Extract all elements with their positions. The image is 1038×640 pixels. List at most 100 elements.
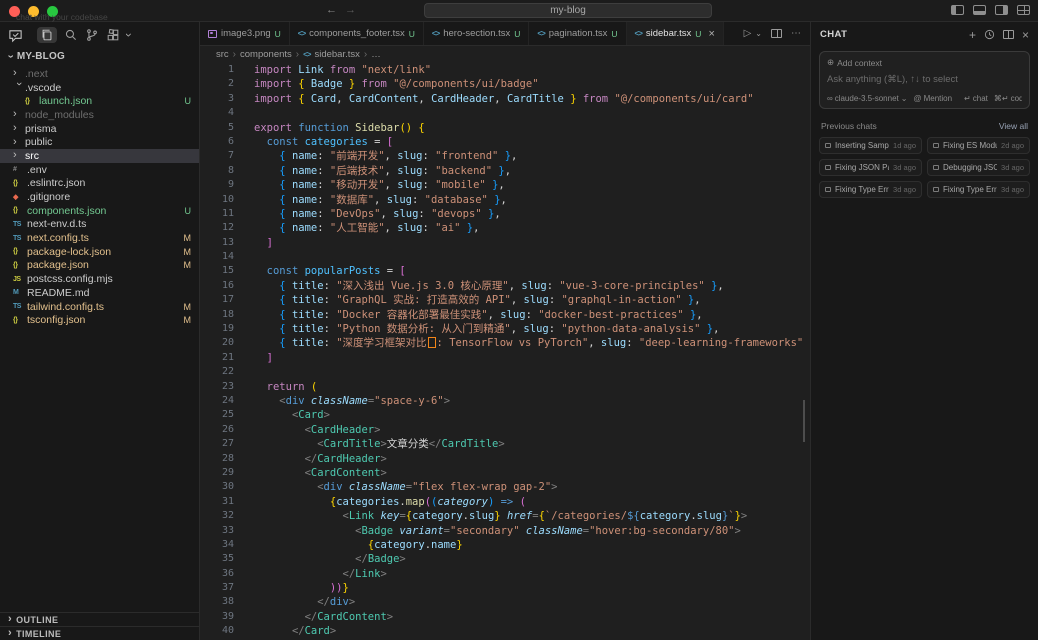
code-line-27[interactable]: <CardTitle>文章分类</CardTitle> <box>254 437 810 451</box>
breadcrumb-item[interactable]: … <box>371 49 381 60</box>
line-number[interactable]: 33 <box>200 524 234 538</box>
code-line-12[interactable]: { name: "人工智能", slug: "ai" }, <box>254 221 810 235</box>
code-line-36[interactable]: </Link> <box>254 567 810 581</box>
run-icon[interactable]: ▷ <box>744 28 752 39</box>
line-number[interactable]: 21 <box>200 351 234 365</box>
files-icon[interactable] <box>37 27 57 43</box>
tree-item-components.json[interactable]: {} components.json U <box>0 204 199 218</box>
code-line-35[interactable]: </Badge> <box>254 552 810 566</box>
line-number[interactable]: 22 <box>200 365 234 379</box>
line-number[interactable]: 25 <box>200 408 234 422</box>
tree-item-package.json[interactable]: {} package.json M <box>0 259 199 273</box>
code-line-17[interactable]: { title: "GraphQL 实战: 打造高效的 API", slug: … <box>254 293 810 307</box>
line-number[interactable]: 19 <box>200 322 234 336</box>
tree-item-.env[interactable]: # .env <box>0 163 199 177</box>
code-line-11[interactable]: { name: "DevOps", slug: "devops" }, <box>254 207 810 221</box>
tree-item-next-env.d.ts[interactable]: TS next-env.d.ts <box>0 218 199 232</box>
window-title[interactable]: my-blog <box>424 3 712 18</box>
close-tab-icon[interactable]: × <box>708 28 714 40</box>
code-line-19[interactable]: { title: "Python 数据分析: 从入门到精通", slug: "p… <box>254 322 810 336</box>
line-number[interactable]: 36 <box>200 567 234 581</box>
code-line-33[interactable]: <Badge variant="secondary" className="ho… <box>254 524 810 538</box>
chat-tab[interactable]: CHAT <box>820 29 847 40</box>
code-line-39[interactable]: </CardContent> <box>254 610 810 624</box>
view-all-link[interactable]: View all <box>999 121 1028 131</box>
line-number[interactable]: 37 <box>200 581 234 595</box>
toggle-panel-icon[interactable] <box>973 5 986 15</box>
more-actions-icon[interactable]: ⋯ <box>791 28 801 39</box>
customize-layout-icon[interactable] <box>1017 5 1030 15</box>
split-editor-icon[interactable] <box>771 29 782 38</box>
breadcrumb-item[interactable]: sidebar.tsx <box>314 49 359 60</box>
tab-image3.png[interactable]: image3.png U <box>200 22 290 45</box>
code-line-13[interactable]: ] <box>254 236 810 250</box>
add-context-button[interactable]: ⊕ Add context <box>827 57 1022 68</box>
code-line-20[interactable]: { title: "深度学习框架对比: TensorFlow vs PyTorc… <box>254 336 810 350</box>
previous-chat-item[interactable]: Debugging JSO...3d ago <box>927 159 1030 176</box>
code-line-38[interactable]: </div> <box>254 595 810 609</box>
navigate-back-icon[interactable]: ← <box>326 4 337 17</box>
line-number[interactable]: 18 <box>200 308 234 322</box>
code-line-28[interactable]: </CardHeader> <box>254 452 810 466</box>
mention-button[interactable]: @ Mention <box>913 94 952 103</box>
tree-item-public[interactable]: › public <box>0 135 199 149</box>
code-editor[interactable]: 1 2 3 4 5 6 7 8 9 10 11 12 13 14 15 16 17 18 19 20 21 22 23 24 2… <box>200 62 810 640</box>
previous-chat-item[interactable]: Fixing Type Erro... 3d ago <box>819 181 922 198</box>
run-dropdown-icon[interactable]: ⌄ <box>755 29 762 38</box>
line-number[interactable]: 39 <box>200 610 234 624</box>
line-number[interactable]: 5 <box>200 121 234 135</box>
line-number[interactable]: 2 <box>200 77 234 91</box>
chat-input[interactable]: ⊕ Add context Ask anything (⌘L), ↑↓ to s… <box>819 51 1030 109</box>
tree-item-.gitignore[interactable]: ◆ .gitignore <box>0 190 199 204</box>
code-line-14[interactable] <box>254 250 810 264</box>
toggle-primary-sidebar-icon[interactable] <box>951 5 964 15</box>
line-number[interactable]: 38 <box>200 595 234 609</box>
line-number[interactable]: 40 <box>200 624 234 638</box>
line-number[interactable]: 34 <box>200 538 234 552</box>
tree-item-package-lock.json[interactable]: {} package-lock.json M <box>0 245 199 259</box>
line-number[interactable]: 30 <box>200 480 234 494</box>
previous-chat-item[interactable]: Fixing ES Modul... 2d ago <box>927 137 1030 154</box>
line-number[interactable]: 20 <box>200 336 234 350</box>
code-line-1[interactable]: import Link from "next/link" <box>254 63 810 77</box>
navigate-forward-icon[interactable]: → <box>345 4 356 17</box>
previous-chat-item[interactable]: Inserting Sampl... 1d ago <box>819 137 922 154</box>
tab-hero-section.tsx[interactable]: <> hero-section.tsx U <box>424 22 530 45</box>
line-number[interactable]: 14 <box>200 250 234 264</box>
tree-item-.next[interactable]: › .next <box>0 67 199 81</box>
line-number[interactable]: 10 <box>200 193 234 207</box>
line-number[interactable]: 4 <box>200 106 234 120</box>
code-line-26[interactable]: <CardHeader> <box>254 423 810 437</box>
chat-check-icon[interactable] <box>8 28 23 43</box>
code-line-7[interactable]: { name: "前端开发", slug: "frontend" }, <box>254 149 810 163</box>
line-number[interactable]: 13 <box>200 236 234 250</box>
line-number[interactable]: 11 <box>200 207 234 221</box>
tree-item-launch.json[interactable]: {} launch.json U <box>0 94 199 108</box>
new-chat-icon[interactable]: + <box>969 29 976 41</box>
breadcrumb-item[interactable]: src <box>216 49 229 60</box>
outline-section-header[interactable]: › OUTLINE <box>0 612 199 626</box>
tab-pagination.tsx[interactable]: <> pagination.tsx U <box>529 22 627 45</box>
line-number[interactable]: 26 <box>200 423 234 437</box>
tree-item-.eslintrc.json[interactable]: {} .eslintrc.json <box>0 177 199 191</box>
extensions-icon[interactable] <box>106 28 120 42</box>
line-number[interactable]: 27 <box>200 437 234 451</box>
timeline-section-header[interactable]: › TIMELINE <box>0 626 199 640</box>
code-line-32[interactable]: <Link key={category.slug} href={`/catego… <box>254 509 810 523</box>
line-number[interactable]: 9 <box>200 178 234 192</box>
tree-item-next.config.ts[interactable]: TS next.config.ts M <box>0 231 199 245</box>
close-panel-icon[interactable]: × <box>1022 29 1029 41</box>
chat-history-icon[interactable] <box>984 29 995 40</box>
line-number[interactable]: 17 <box>200 293 234 307</box>
code-line-18[interactable]: { title: "Docker 容器化部署最佳实践", slug: "dock… <box>254 308 810 322</box>
line-number[interactable]: 3 <box>200 92 234 106</box>
code-line-16[interactable]: { title: "深入浅出 Vue.js 3.0 核心原理", slug: "… <box>254 279 810 293</box>
model-selector[interactable]: ∞ claude-3.5-sonnet ⌄ <box>827 94 907 103</box>
code-line-21[interactable]: ] <box>254 351 810 365</box>
code-line-30[interactable]: <div className="flex flex-wrap gap-2"> <box>254 480 810 494</box>
line-number[interactable]: 8 <box>200 164 234 178</box>
code-line-40[interactable]: </Card> <box>254 624 810 638</box>
tree-item-src[interactable]: › src <box>0 149 199 163</box>
line-number[interactable]: 7 <box>200 149 234 163</box>
line-number[interactable]: 29 <box>200 466 234 480</box>
